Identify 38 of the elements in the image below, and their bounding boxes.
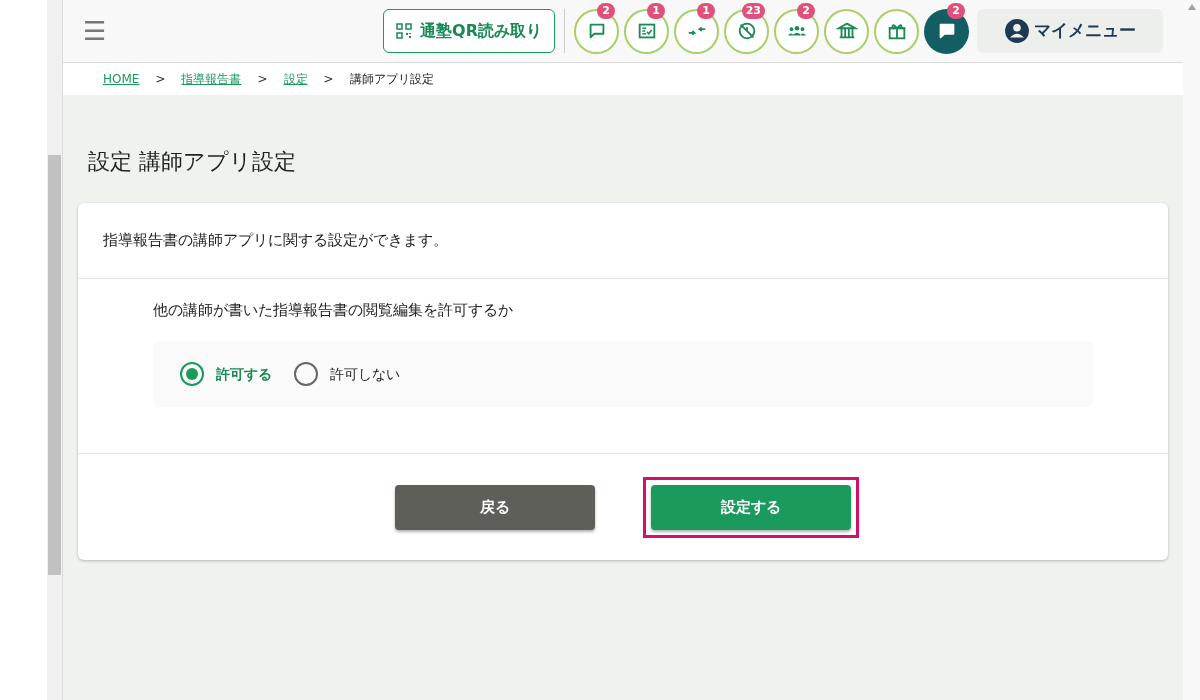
breadcrumb-current: 講師アプリ設定 <box>349 71 434 88</box>
radio-option[interactable]: 許可しない <box>294 362 400 386</box>
breadcrumb-separator: > <box>323 71 334 88</box>
breadcrumb-link[interactable]: 指導報告書 <box>181 70 242 88</box>
qr-scan-button[interactable]: 通塾QR読み取り <box>383 9 555 53</box>
icon-button[interactable] <box>924 8 969 54</box>
scrollbar[interactable] <box>47 0 63 700</box>
question-text: 他の講師が書いた指導報告書の閲覧編集を許可するか <box>153 299 514 321</box>
qr-code-icon <box>396 23 413 39</box>
count-badge: 23 <box>741 2 765 19</box>
user-icon <box>1004 18 1030 44</box>
scroll-up-icon[interactable] <box>1187 4 1196 10</box>
count-badge: 2 <box>797 2 815 19</box>
count-badge: 2 <box>947 2 965 19</box>
count-badge: 1 <box>647 2 665 19</box>
icon-button[interactable] <box>724 8 769 54</box>
radio-button[interactable] <box>294 362 318 386</box>
breadcrumb-separator: > <box>155 71 166 88</box>
submit-button[interactable]: 設定する <box>651 484 851 530</box>
breadcrumb-link[interactable]: 設定 <box>283 70 308 88</box>
radio-option[interactable]: 許可する <box>180 362 272 386</box>
scrollbar[interactable] <box>1183 0 1200 700</box>
icon-button[interactable] <box>824 8 869 54</box>
description-text: 指導報告書の講師アプリに関する設定ができます。 <box>103 230 449 251</box>
icon-button[interactable] <box>624 8 669 54</box>
icon-button[interactable] <box>774 8 819 54</box>
back-button[interactable]: 戻る <box>395 484 595 530</box>
breadcrumb-separator: > <box>257 71 268 88</box>
menu-button[interactable]: ☰ <box>83 18 107 44</box>
breadcrumb-link[interactable]: HOME <box>103 70 140 88</box>
icon-button[interactable] <box>674 8 719 54</box>
icon-button[interactable] <box>574 8 619 54</box>
radio-button[interactable] <box>180 362 204 386</box>
count-badge: 1 <box>697 2 715 19</box>
page-title: 設定 講師アプリ設定 <box>88 148 297 176</box>
count-badge: 2 <box>597 2 615 19</box>
icon-button[interactable] <box>874 8 919 54</box>
my-menu-button[interactable]: マイメニュー <box>977 9 1163 53</box>
